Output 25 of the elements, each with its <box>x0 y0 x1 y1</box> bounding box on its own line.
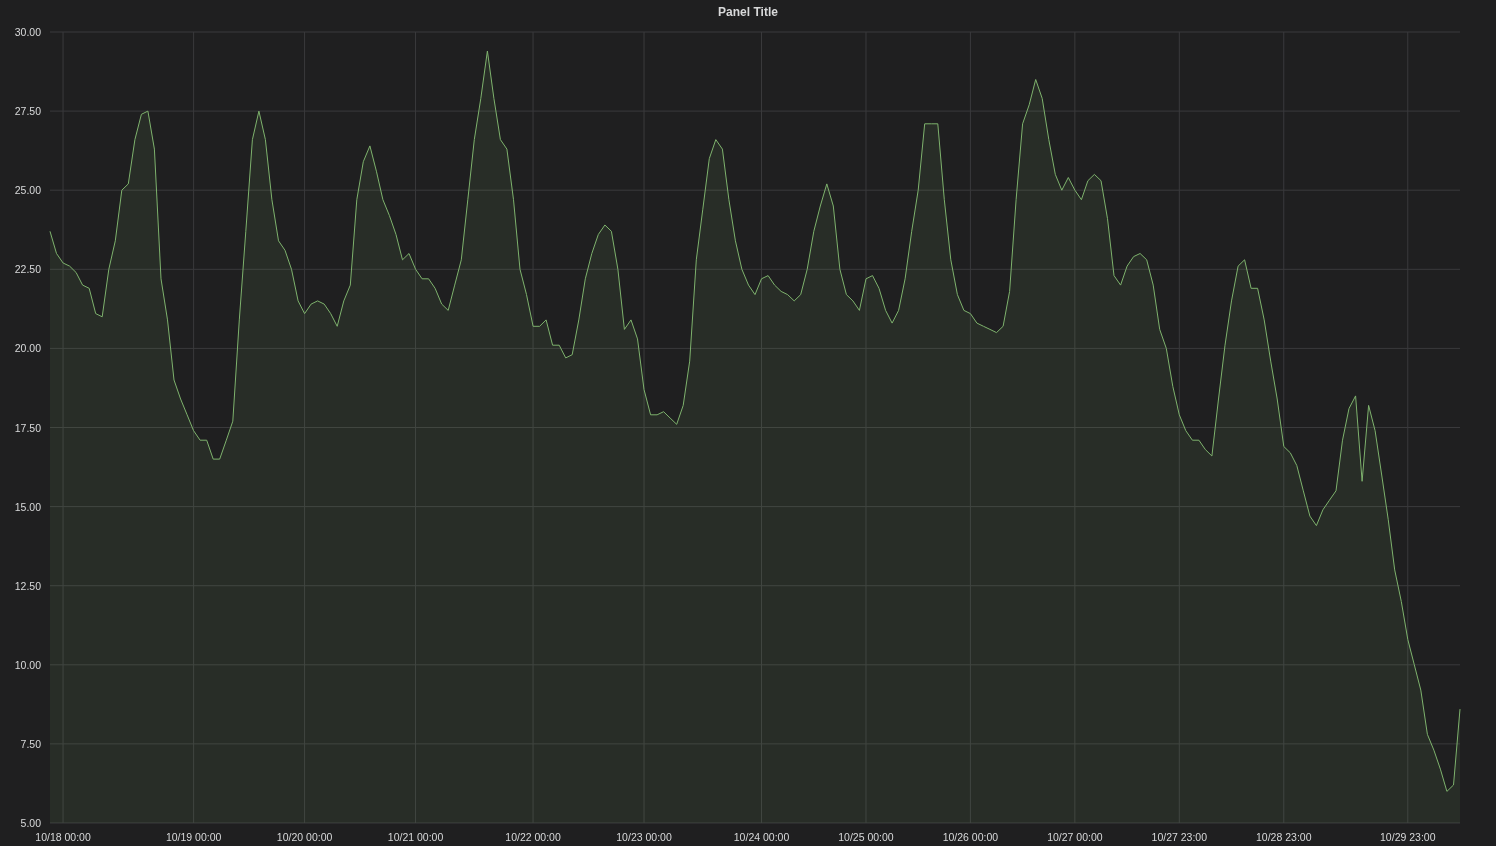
x-tick-label: 10/27 00:00 <box>1047 831 1103 843</box>
x-tick-label: 10/22 00:00 <box>505 831 561 843</box>
x-tick-label: 10/26 00:00 <box>942 831 999 843</box>
x-tick-label: 10/23 00:00 <box>616 831 672 843</box>
y-tick-label: 30.00 <box>14 26 41 38</box>
panel-title: Panel Title <box>718 5 778 19</box>
x-tick-label: 10/25 00:00 <box>838 831 894 843</box>
y-tick-label: 25.00 <box>14 184 41 197</box>
y-tick-label: 12.50 <box>14 579 41 592</box>
x-tick-label: 10/19 00:00 <box>165 831 222 843</box>
x-tick-label: 10/29 23:00 <box>1380 831 1436 843</box>
y-tick-label: 10.00 <box>14 658 41 671</box>
y-tick-label: 20.00 <box>14 342 41 355</box>
y-tick-label: 22.50 <box>14 263 41 276</box>
y-tick-label: 15.00 <box>14 500 41 513</box>
x-tick-label: 10/24 00:00 <box>733 831 790 843</box>
y-tick-label: 5.00 <box>20 817 41 829</box>
x-tick-label: 10/18 00:00 <box>35 831 91 843</box>
y-tick-label: 17.50 <box>14 421 41 434</box>
x-tick-label: 10/27 23:00 <box>1151 831 1208 843</box>
x-tick-label: 10/21 00:00 <box>387 831 444 843</box>
y-tick-label: 27.50 <box>14 105 41 118</box>
x-tick-label: 10/20 00:00 <box>276 831 333 843</box>
y-tick-label: 7.50 <box>20 737 41 750</box>
x-tick-label: 10/28 23:00 <box>1256 831 1312 843</box>
